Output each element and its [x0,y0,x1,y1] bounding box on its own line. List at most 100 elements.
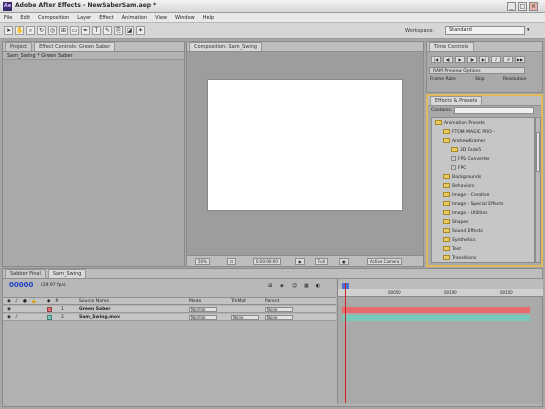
layer-parent-select[interactable]: None [265,315,293,320]
work-area-bar[interactable] [338,279,543,289]
magnification-select[interactable]: 50% [195,258,210,265]
tree-item[interactable]: Behaviors [443,183,474,190]
column-source-name[interactable]: Source Name [79,299,109,305]
playhead-line[interactable] [345,283,346,403]
active-camera-select[interactable]: Active Camera [367,258,403,265]
menu-effect[interactable]: Effect [99,15,113,21]
frame-blending-icon[interactable]: ▦ [304,283,309,289]
scrollbar-thumb[interactable] [536,132,540,172]
menu-edit[interactable]: Edit [20,15,30,21]
audio-icon[interactable]: ♪ [491,56,501,63]
region-of-interest-icon[interactable]: ▣ [339,258,349,265]
minimize-button[interactable]: _ [507,2,516,11]
layer-name[interactable]: Sam_Swing.mov [79,314,120,321]
clone-stamp-icon[interactable]: ⎘ [114,26,123,35]
tab-time-controls[interactable]: Time Controls [429,42,474,51]
tree-item[interactable]: Synthetics [443,237,476,244]
rectangle-mask-icon[interactable]: ▭ [70,26,79,35]
layer-trkmat-select[interactable]: None [231,315,259,320]
tree-item[interactable]: FPS Converter [451,156,490,163]
snapshot-icon[interactable]: ◉ [295,258,305,265]
layer-row[interactable]: ◉ 1 Green Saber Normal None [3,306,336,313]
tree-item[interactable]: 3D Fade5 [451,147,481,154]
label-color-swatch[interactable] [47,315,52,320]
tree-item[interactable]: Shapes [443,219,468,226]
tree-item[interactable]: Image - Utilities [443,210,488,217]
draft-3d-icon[interactable]: ◈ [280,283,284,289]
previous-frame-icon[interactable]: ◀| [443,56,453,63]
layer-parent-select[interactable]: None [265,307,293,312]
layer-duration-bar[interactable] [342,307,530,313]
play-icon[interactable]: ▶ [455,56,465,63]
close-button[interactable]: × [529,2,538,11]
ram-preview-options-select[interactable]: RAM Preview Options [429,67,525,74]
eraser-tool-icon[interactable]: ◪ [125,26,134,35]
label-color-swatch[interactable] [47,307,52,312]
layer-duration-bar[interactable] [342,315,530,321]
workspace-select[interactable]: Standard [445,26,525,35]
tree-item[interactable]: Transitions [443,255,476,262]
tab-project[interactable]: Project [5,42,33,51]
brush-tool-icon[interactable]: ✎ [103,26,112,35]
tab-timeline-sam-swing[interactable]: Sam_Swing [47,269,87,278]
text-tool-icon[interactable]: T [92,26,101,35]
selection-tool-icon[interactable]: ➤ [4,26,13,35]
loop-icon[interactable]: ↺ [503,56,513,63]
layer-name[interactable]: Green Saber [79,306,111,313]
ram-preview-icon[interactable]: ▶▶ [515,56,525,63]
motion-blur-icon[interactable]: ◐ [316,283,320,289]
menu-animation[interactable]: Animation [122,15,148,21]
tab-effect-controls[interactable]: Effect Controls: Green Saber [34,42,116,51]
menu-layer[interactable]: Layer [77,15,91,21]
current-time-display[interactable]: 00000 [9,281,33,289]
comp-flowchart-icon[interactable]: ⊞ [268,283,272,289]
tree-item[interactable]: AndrewKramer [443,138,486,145]
rotate-tool-icon[interactable]: ↻ [37,26,46,35]
layer-mode-select[interactable]: Normal [189,315,217,320]
eye-icon[interactable]: ◉ [7,314,11,321]
timeline-graph-area[interactable]: 00050 00100 00150 [337,279,543,404]
tab-effects-presets[interactable]: Effects & Presets [430,96,483,105]
column-mode[interactable]: Mode [189,299,201,305]
composition-canvas[interactable] [208,80,402,210]
layer-mode-select[interactable]: Normal [189,307,217,312]
shy-layers-icon[interactable]: ☺ [292,283,297,289]
hand-tool-icon[interactable]: ✋ [15,26,24,35]
pen-tool-icon[interactable]: ✒ [81,26,90,35]
tree-item[interactable]: Backgrounds [443,174,481,181]
tree-item[interactable]: Image - Special Effects [443,201,504,208]
layer-row[interactable]: ◉ ♪ 2 Sam_Swing.mov Normal None None [3,314,336,321]
tree-item[interactable]: Image - Creative [443,192,489,199]
tree-item[interactable]: FTOM MAGIC PRO - [443,129,495,136]
orbit-camera-icon[interactable]: ◎ [48,26,57,35]
tree-item[interactable]: Sound Effects [443,228,483,235]
safe-zones-icon[interactable]: ⊡ [227,258,237,265]
resolution-select[interactable]: Full [315,258,328,265]
column-trkmat[interactable]: TrkMat [231,299,246,305]
workspace-label: Workspace: [405,28,435,34]
pan-behind-icon[interactable]: ⊞ [59,26,68,35]
menu-help[interactable]: Help [203,15,214,21]
audio-icon[interactable]: ♪ [15,314,18,321]
last-frame-icon[interactable]: ▶| [479,56,489,63]
zoom-tool-icon[interactable]: ⌕ [26,26,35,35]
time-ruler[interactable]: 00050 00100 00150 [338,289,543,297]
tab-composition[interactable]: Composition: Sam_Swing [189,42,263,51]
tab-timeline-sabber-final[interactable]: Sabber Final [5,269,46,278]
first-frame-icon[interactable]: |◀ [431,56,441,63]
tree-item[interactable]: Animation Presets [435,120,485,127]
contains-search-input[interactable] [454,107,534,114]
tree-item[interactable]: Text [443,246,461,253]
eye-icon[interactable]: ◉ [7,306,11,313]
next-frame-icon[interactable]: |▶ [467,56,477,63]
current-time-field[interactable]: 0:00:00:00 [253,258,281,265]
column-parent[interactable]: Parent [265,299,279,305]
tree-item[interactable]: FPC [451,165,466,172]
menu-view[interactable]: View [155,15,167,21]
maximize-button[interactable]: □ [518,2,527,11]
menu-window[interactable]: Window [175,15,195,21]
menu-composition[interactable]: Composition [38,15,69,21]
presets-scrollbar[interactable] [535,117,541,263]
puppet-pin-icon[interactable]: ✦ [136,26,145,35]
menu-file[interactable]: File [4,15,12,21]
